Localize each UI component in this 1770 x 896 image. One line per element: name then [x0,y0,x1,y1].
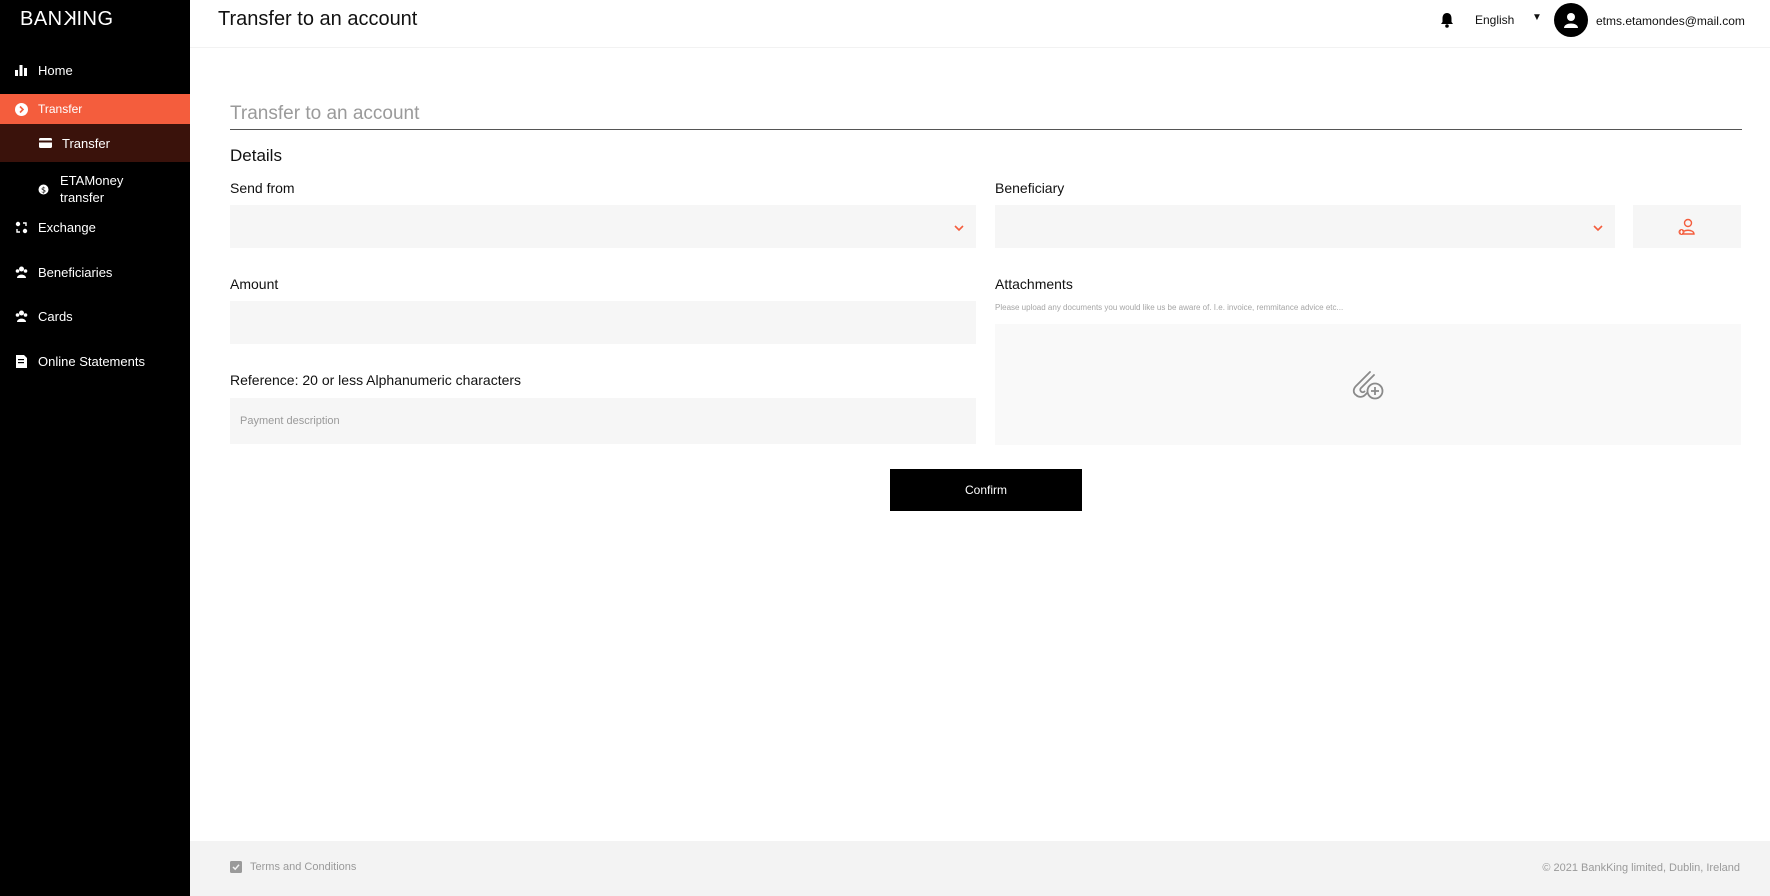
sidebar-item-label: Beneficiaries [38,264,113,280]
chevron-down-icon [1593,219,1603,237]
sidebar-subitem-transfer[interactable]: Transfer [0,124,190,162]
footer: Terms and Conditions © 2021 BankKing lim… [190,841,1770,896]
transfer-form: Details Send from Beneficiary Amount Att… [190,48,1770,841]
reference-label: Reference: 20 or less Alphanumeric chara… [230,372,522,388]
sidebar-item-exchange[interactable]: Exchange [0,211,190,243]
user-email[interactable]: etms.etamondes@mail.com [1596,14,1745,28]
svg-text:$: $ [40,185,45,194]
attachments-label: Attachments [995,276,1073,292]
send-from-label: Send from [230,180,295,196]
beneficiary-label: Beneficiary [995,180,1065,196]
card-icon [38,136,52,150]
sidebar-item-label: Transfer [38,102,83,116]
sidebar-item-cards[interactable]: Cards [0,300,190,332]
checkbox-icon [230,861,242,873]
sidebar-item-label: Home [38,62,73,78]
attachments-hint: Please upload any documents you would li… [995,303,1344,312]
reference-input[interactable] [230,398,976,444]
sidebar-item-label: Cards [38,308,73,324]
transfer-title-input[interactable] [230,96,1742,130]
add-beneficiary-button[interactable] [1633,205,1741,248]
people-icon [14,265,28,279]
beneficiary-select[interactable] [995,205,1615,248]
avatar[interactable] [1554,3,1588,37]
sidebar-item-label: ETAMoney transfer [60,173,124,205]
paperclip-add-icon [1350,368,1386,407]
attachments-dropzone[interactable] [995,324,1741,445]
people-icon [14,309,28,323]
sidebar-item-label: Transfer [62,135,110,151]
sidebar-item-home[interactable]: Home [0,54,190,86]
document-icon [14,354,28,368]
logo-text-k: K [62,8,77,30]
user-icon [1564,13,1578,28]
confirm-button[interactable]: Confirm [890,469,1082,511]
sidebar: BANKING Home Transfer Transfer $ ETAMone [0,0,190,896]
logo-text-end: ING [76,8,114,30]
exchange-icon [14,220,28,234]
logo-text-start: BAN [20,8,63,30]
sidebar-item-beneficiaries[interactable]: Beneficiaries [0,256,190,288]
sidebar-item-label: Online Statements [38,353,145,369]
top-header: Transfer to an account English ▼ etms.et… [190,0,1770,48]
money-icon: $ [36,182,50,196]
terms-label: Terms and Conditions [250,861,357,873]
page-title: Transfer to an account [218,8,418,30]
amount-label: Amount [230,276,279,292]
bell-icon[interactable] [1440,12,1454,33]
chevron-down-icon [954,219,964,237]
add-user-icon [1678,218,1695,235]
language-select[interactable]: English [1475,13,1514,27]
copyright-text: © 2021 BankKing limited, Dublin, Ireland [1542,862,1740,874]
terms-link[interactable]: Terms and Conditions [230,861,356,873]
sidebar-item-online-statements[interactable]: Online Statements [0,345,190,377]
send-from-select[interactable] [230,205,976,248]
brand-logo[interactable]: BANKING [20,8,114,31]
details-heading: Details [230,146,282,165]
sidebar-item-transfer[interactable]: Transfer [0,94,190,124]
transfer-circle-icon [14,102,28,116]
chevron-down-icon[interactable]: ▼ [1532,12,1542,23]
sidebar-item-label: Exchange [38,219,96,235]
sidebar-subitem-etamoney-transfer[interactable]: $ ETAMoney transfer [0,168,190,208]
amount-input[interactable] [230,301,976,344]
bar-chart-icon [14,63,28,77]
